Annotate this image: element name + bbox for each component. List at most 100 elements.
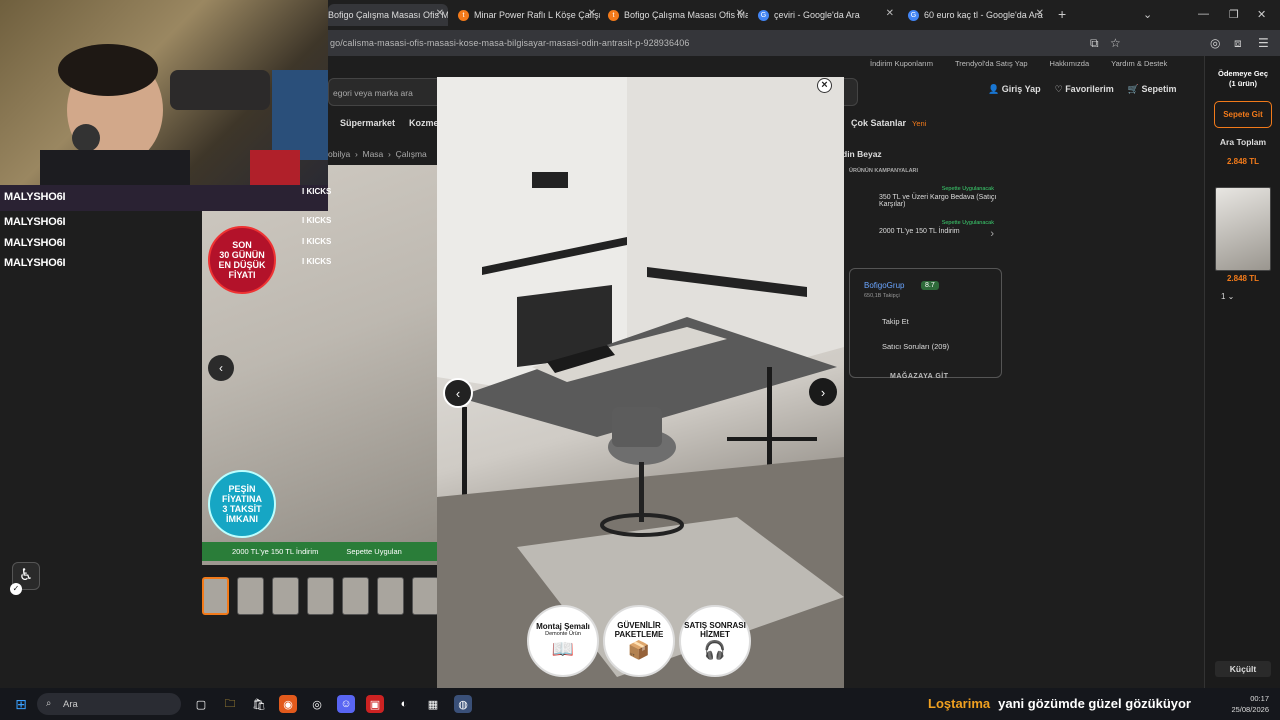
minimize-icon[interactable]: — bbox=[1198, 8, 1209, 20]
tab-bofigo-active[interactable]: Bofigo Çalışma Masası Ofis Masa✕ bbox=[328, 4, 448, 26]
cart-item-price: 2.848 TL bbox=[1226, 274, 1259, 283]
tab-label: Bofigo Çalışma Masası Ofis Masa bbox=[328, 10, 448, 20]
tab-list-chevron-icon[interactable]: ⌄ bbox=[1143, 8, 1152, 21]
taskbar-search[interactable]: ⌕ Ara bbox=[37, 693, 181, 715]
profile-icon[interactable]: ◎ bbox=[1210, 36, 1220, 50]
thumbnail[interactable] bbox=[412, 577, 439, 615]
chevron-left-icon: ‹ bbox=[219, 361, 223, 375]
tab-label: Minar Power Raflı L Köşe Çalışm bbox=[474, 10, 600, 20]
chat-username: MALYSHO6I bbox=[4, 216, 66, 228]
badge-title: SATIŞ SONRASI HİZMET bbox=[684, 621, 746, 639]
modal-prev-button[interactable]: ‹ bbox=[443, 378, 473, 408]
login-link[interactable]: 👤 Giriş Yap bbox=[988, 84, 1041, 95]
tab-euro[interactable]: G 60 euro kaç tl - Google'da Ara ✕ bbox=[902, 4, 1048, 26]
go-to-store-button[interactable]: MAĞAZAYA GİT bbox=[890, 373, 949, 380]
shrink-button[interactable]: Küçült bbox=[1215, 661, 1271, 677]
campaign-item-shipping[interactable]: 350 TL ve Üzeri Kargo Bedava (Satıcı Kar… bbox=[879, 194, 1009, 208]
taskbar: ⊞ ⌕ Ara ▢ 🗀 🛍 ◉ ◎ ☺ ▣ ◐ ▦ ◍ Loştarima yani… bbox=[0, 688, 1280, 720]
bookmark-star-icon[interactable]: ☆ bbox=[1110, 36, 1121, 50]
task-view-icon[interactable]: ▢ bbox=[192, 695, 210, 713]
chrome-icon[interactable]: ◍ bbox=[454, 695, 472, 713]
github-icon[interactable]: ◐ bbox=[395, 695, 413, 713]
trendyol-favicon-icon: t bbox=[458, 9, 469, 21]
app-icon[interactable]: ▣ bbox=[366, 695, 384, 713]
headset-icon: 🎧 bbox=[703, 640, 727, 660]
campaign-item-discount[interactable]: 2000 TL'ye 150 TL İndirim bbox=[879, 228, 1009, 240]
maximize-icon[interactable]: ❐ bbox=[1229, 8, 1239, 21]
install-app-icon[interactable]: ⧉ bbox=[1090, 36, 1099, 51]
seller-name[interactable]: BofigoGrup bbox=[864, 281, 904, 290]
tab-close-icon[interactable]: ✕ bbox=[736, 8, 744, 19]
url-text[interactable]: go/calisma-masasi-ofis-masasi-kose-masa-… bbox=[330, 38, 689, 48]
badge-line: FİYATINA bbox=[221, 494, 262, 504]
seller-questions-link[interactable]: Satıcı Soruları (209) bbox=[882, 342, 949, 351]
chat-message: I KICKS bbox=[302, 257, 332, 266]
discord-icon[interactable]: ☺ bbox=[337, 695, 355, 713]
breadcrumb-item[interactable]: Çalışma bbox=[396, 149, 427, 159]
thumbnail[interactable] bbox=[237, 577, 264, 615]
modal-next-button[interactable]: › bbox=[809, 378, 837, 406]
thumbnail[interactable] bbox=[307, 577, 334, 615]
chevron-right-icon: › bbox=[820, 384, 826, 400]
window-close-icon[interactable]: ✕ bbox=[1257, 8, 1266, 21]
tab-minar[interactable]: t Minar Power Raflı L Köşe Çalışm ✕ bbox=[452, 4, 600, 26]
tab-close-icon[interactable]: ✕ bbox=[436, 8, 444, 19]
thumbnail[interactable] bbox=[342, 577, 369, 615]
new-tab-plus-icon[interactable]: + bbox=[1058, 6, 1066, 22]
best-sellers-link[interactable]: Çok Satanlar Yeni bbox=[851, 118, 926, 128]
nav-link[interactable]: Yardım & Destek bbox=[1111, 59, 1167, 68]
badge-title: GÜVENİLİR PAKETLEME bbox=[614, 621, 664, 639]
cart-link[interactable]: 🛒 Sepetim bbox=[1128, 84, 1177, 95]
calculator-icon[interactable]: ▦ bbox=[424, 695, 442, 713]
category-link[interactable]: Kozme bbox=[409, 118, 439, 128]
after-sales-badge: SATIŞ SONRASI HİZMET 🎧 bbox=[679, 605, 751, 677]
thumbnail[interactable] bbox=[202, 577, 229, 615]
new-badge: Yeni bbox=[912, 119, 927, 128]
favorites-link[interactable]: ♡ Favorilerim bbox=[1055, 84, 1114, 95]
secure-packaging-badge: GÜVENİLİR PAKETLEME 📦 bbox=[603, 605, 675, 677]
cart-label: Sepetim bbox=[1141, 84, 1177, 94]
tab-close-icon[interactable]: ✕ bbox=[886, 8, 894, 19]
system-clock[interactable]: 00:17 25/08/2026 bbox=[1227, 693, 1269, 715]
gallery-prev-button[interactable]: ‹ bbox=[208, 355, 234, 381]
tab-close-icon[interactable]: ✕ bbox=[1036, 8, 1044, 19]
badge-line: PEŞİN bbox=[228, 484, 256, 494]
google-favicon-icon: G bbox=[758, 9, 769, 21]
thumbnail[interactable] bbox=[377, 577, 404, 615]
nav-link[interactable]: Trendyol'da Satış Yap bbox=[955, 59, 1028, 68]
image-modal: Montaj Şemalı Demonte Ürün 📖 GÜVENİLİR P… bbox=[437, 77, 844, 688]
breadcrumb-item[interactable]: Masa bbox=[363, 149, 384, 159]
follow-button[interactable]: Takip Et bbox=[882, 317, 909, 326]
breadcrumb-item[interactable]: obilya bbox=[328, 149, 350, 159]
file-explorer-icon[interactable]: 🗀 bbox=[221, 695, 239, 713]
cart-item-image[interactable] bbox=[1215, 187, 1271, 271]
store-icon[interactable]: 🛍 bbox=[250, 695, 268, 713]
modal-close-button[interactable]: × bbox=[817, 78, 832, 93]
badge-line: İMKANI bbox=[226, 514, 258, 524]
nav-link[interactable]: Hakkımızda bbox=[1050, 59, 1090, 68]
windows-start-icon[interactable]: ⊞ bbox=[12, 695, 30, 713]
category-link[interactable]: Süpermarket bbox=[340, 118, 395, 128]
tab-close-icon[interactable]: ✕ bbox=[588, 8, 596, 19]
taskbar-search-label: Ara bbox=[63, 699, 78, 710]
streamer-silhouette bbox=[40, 44, 328, 185]
tab-ceviri[interactable]: Gçeviri - Google'da Ara ✕ bbox=[752, 4, 898, 26]
chat-username: MALYSHO6I bbox=[4, 191, 66, 203]
nav-link[interactable]: İndirim Kuponlarım bbox=[870, 59, 933, 68]
best-sellers-label: Çok Satanlar bbox=[851, 118, 907, 128]
tab-bofigo-2[interactable]: t Bofigo Çalışma Masası Ofis Mas ✕ bbox=[602, 4, 748, 26]
clock-date: 25/08/2026 bbox=[1231, 705, 1269, 714]
extensions-icon[interactable]: ⧈ bbox=[1234, 36, 1242, 51]
firefox-icon[interactable]: ◉ bbox=[279, 695, 297, 713]
go-to-cart-button[interactable]: Sepete Git bbox=[1214, 101, 1272, 128]
steam-icon[interactable]: ◎ bbox=[308, 695, 326, 713]
thumbnail[interactable] bbox=[272, 577, 299, 615]
campaign-text: 2000 TL'ye 150 TL İndirim bbox=[232, 547, 319, 556]
chat-message: I KICKS bbox=[302, 216, 332, 225]
badge-line: 30 GÜNÜN bbox=[219, 250, 265, 260]
menu-icon[interactable]: ☰ bbox=[1258, 36, 1269, 50]
checkout-button[interactable]: Ödemeye Geç (1 ürün) bbox=[1215, 69, 1271, 89]
campaign-tag: Sepette Uygulan bbox=[346, 547, 402, 556]
quantity-select[interactable]: 1 ⌄ bbox=[1221, 292, 1234, 301]
campaigns-heading: ÜRÜNÜN KAMPANYALARI bbox=[849, 168, 919, 174]
